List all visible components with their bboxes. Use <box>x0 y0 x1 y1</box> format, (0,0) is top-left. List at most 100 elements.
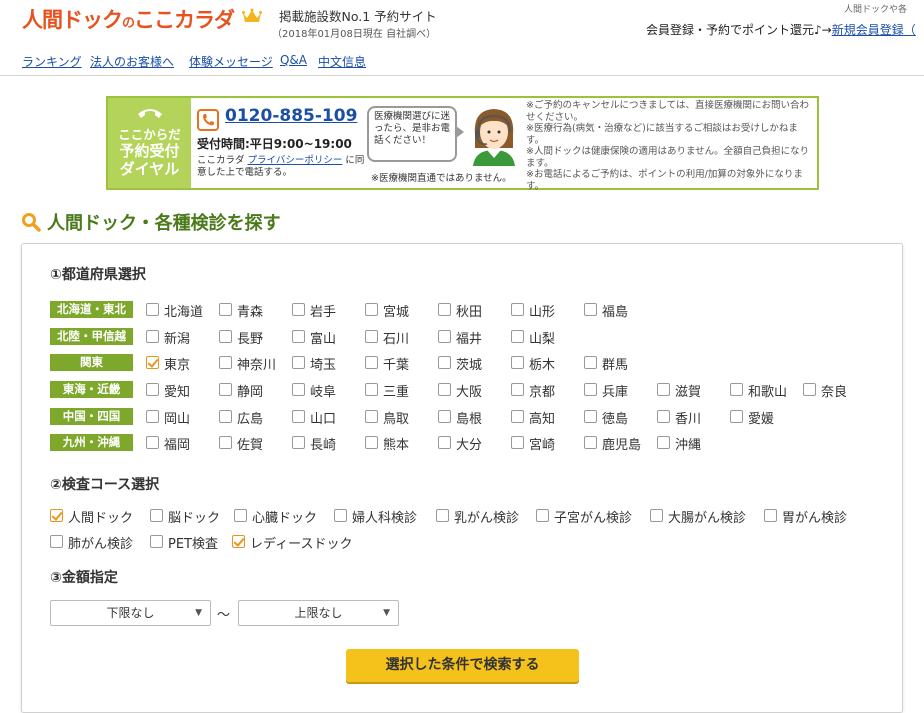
prefecture-checkbox[interactable] <box>511 436 524 449</box>
prefecture-label[interactable]: 岡山 <box>164 408 190 427</box>
prefecture-label[interactable]: 石川 <box>383 328 409 347</box>
prefecture-checkbox[interactable] <box>438 330 451 343</box>
prefecture-checkbox[interactable] <box>146 383 159 396</box>
prefecture-label[interactable]: 福島 <box>602 301 628 320</box>
prefecture-label[interactable]: 宮崎 <box>529 434 555 453</box>
prefecture-checkbox[interactable] <box>438 383 451 396</box>
course-label[interactable]: PET検査 <box>168 533 218 552</box>
prefecture-checkbox[interactable] <box>292 410 305 423</box>
prefecture-checkbox[interactable] <box>657 383 670 396</box>
prefecture-label[interactable]: 高知 <box>529 408 555 427</box>
prefecture-label[interactable]: 岐阜 <box>310 381 336 400</box>
phone-number-link[interactable]: 0120-885-109 <box>225 106 357 126</box>
prefecture-label[interactable]: 鹿児島 <box>602 434 641 453</box>
prefecture-checkbox[interactable] <box>511 410 524 423</box>
nav-corporate[interactable]: 法人のお客様へ <box>90 53 174 70</box>
prefecture-label[interactable]: 沖縄 <box>675 434 701 453</box>
prefecture-checkbox[interactable] <box>584 303 597 316</box>
prefecture-label[interactable]: 愛媛 <box>748 408 774 427</box>
prefecture-label[interactable]: 香川 <box>675 408 701 427</box>
prefecture-label[interactable]: 山口 <box>310 408 336 427</box>
prefecture-checkbox[interactable] <box>438 410 451 423</box>
course-checkbox[interactable] <box>50 535 63 548</box>
prefecture-label[interactable]: 熊本 <box>383 434 409 453</box>
course-checkbox[interactable] <box>234 509 247 522</box>
prefecture-checkbox[interactable] <box>365 330 378 343</box>
course-checkbox[interactable] <box>50 509 63 522</box>
search-submit-button[interactable]: 選択した条件で検索する <box>346 649 579 682</box>
prefecture-checkbox[interactable] <box>219 436 232 449</box>
course-checkbox[interactable] <box>536 509 549 522</box>
prefecture-checkbox[interactable] <box>292 330 305 343</box>
prefecture-label[interactable]: 群馬 <box>602 354 628 373</box>
prefecture-label[interactable]: 新潟 <box>164 328 190 347</box>
course-label[interactable]: 心臓ドック <box>252 507 317 526</box>
course-checkbox[interactable] <box>334 509 347 522</box>
prefecture-label[interactable]: 長崎 <box>310 434 336 453</box>
prefecture-checkbox[interactable] <box>511 330 524 343</box>
prefecture-checkbox[interactable] <box>438 436 451 449</box>
prefecture-label[interactable]: 静岡 <box>237 381 263 400</box>
prefecture-checkbox[interactable] <box>365 410 378 423</box>
register-link[interactable]: 新規会員登録（ <box>832 23 916 37</box>
prefecture-label[interactable]: 秋田 <box>456 301 482 320</box>
prefecture-checkbox[interactable] <box>438 303 451 316</box>
prefecture-checkbox[interactable] <box>219 330 232 343</box>
prefecture-label[interactable]: 神奈川 <box>237 354 276 373</box>
course-checkbox[interactable] <box>650 509 663 522</box>
price-max-select[interactable]: 上限なし ▼ <box>238 600 399 626</box>
prefecture-label[interactable]: 山梨 <box>529 328 555 347</box>
price-min-select[interactable]: 下限なし ▼ <box>50 600 211 626</box>
course-checkbox[interactable] <box>436 509 449 522</box>
prefecture-checkbox[interactable] <box>292 356 305 369</box>
prefecture-label[interactable]: 三重 <box>383 381 409 400</box>
prefecture-checkbox[interactable] <box>219 383 232 396</box>
course-checkbox[interactable] <box>232 535 245 548</box>
course-label[interactable]: 脳ドック <box>168 507 220 526</box>
site-logo[interactable]: 人間ドックのここカラダ <box>22 4 235 34</box>
prefecture-label[interactable]: 愛知 <box>164 381 190 400</box>
prefecture-checkbox[interactable] <box>730 383 743 396</box>
prefecture-checkbox[interactable] <box>365 436 378 449</box>
prefecture-checkbox[interactable] <box>292 436 305 449</box>
prefecture-checkbox[interactable] <box>657 436 670 449</box>
prefecture-label[interactable]: 鳥取 <box>383 408 409 427</box>
prefecture-checkbox[interactable] <box>584 436 597 449</box>
prefecture-label[interactable]: 宮城 <box>383 301 409 320</box>
prefecture-checkbox[interactable] <box>584 383 597 396</box>
prefecture-checkbox[interactable] <box>146 330 159 343</box>
prefecture-label[interactable]: 青森 <box>237 301 263 320</box>
prefecture-checkbox[interactable] <box>146 436 159 449</box>
prefecture-label[interactable]: 奈良 <box>821 381 847 400</box>
prefecture-label[interactable]: 佐賀 <box>237 434 263 453</box>
course-checkbox[interactable] <box>150 535 163 548</box>
prefecture-label[interactable]: 東京 <box>164 354 190 373</box>
prefecture-checkbox[interactable] <box>292 383 305 396</box>
prefecture-label[interactable]: 兵庫 <box>602 381 628 400</box>
course-label[interactable]: 胃がん検診 <box>782 507 847 526</box>
prefecture-checkbox[interactable] <box>146 303 159 316</box>
prefecture-label[interactable]: 島根 <box>456 408 482 427</box>
course-label[interactable]: 大腸がん検診 <box>668 507 746 526</box>
prefecture-checkbox[interactable] <box>803 383 816 396</box>
prefecture-label[interactable]: 広島 <box>237 408 263 427</box>
course-label[interactable]: 婦人科検診 <box>352 507 417 526</box>
prefecture-checkbox[interactable] <box>365 303 378 316</box>
nav-messages[interactable]: 体験メッセージ <box>189 53 273 70</box>
prefecture-label[interactable]: 徳島 <box>602 408 628 427</box>
prefecture-label[interactable]: 山形 <box>529 301 555 320</box>
prefecture-checkbox[interactable] <box>584 410 597 423</box>
prefecture-checkbox[interactable] <box>219 356 232 369</box>
nav-qa[interactable]: Q&A <box>280 53 307 67</box>
prefecture-checkbox[interactable] <box>511 383 524 396</box>
course-checkbox[interactable] <box>150 509 163 522</box>
prefecture-label[interactable]: 京都 <box>529 381 555 400</box>
prefecture-label[interactable]: 富山 <box>310 328 336 347</box>
prefecture-checkbox[interactable] <box>219 303 232 316</box>
course-label[interactable]: 子宮がん検診 <box>554 507 632 526</box>
prefecture-label[interactable]: 福岡 <box>164 434 190 453</box>
prefecture-label[interactable]: 和歌山 <box>748 381 787 400</box>
course-label[interactable]: レディースドック <box>250 533 352 552</box>
nav-ranking[interactable]: ランキング <box>22 53 82 70</box>
prefecture-checkbox[interactable] <box>511 356 524 369</box>
